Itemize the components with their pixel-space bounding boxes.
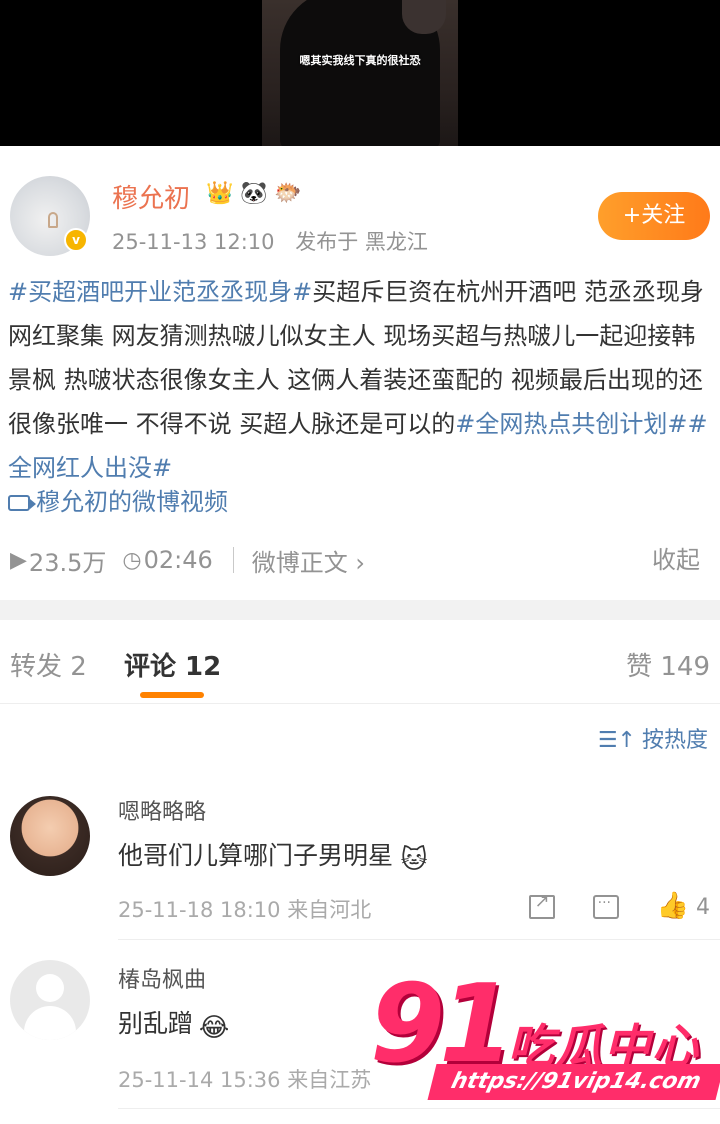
commenter-avatar[interactable] [10, 960, 90, 1040]
author-badges: 👑 🐼 🐡 [205, 180, 303, 208]
view-count: ▶ 23.5万 [10, 543, 106, 578]
full-text-link[interactable]: 微博正文 › [252, 543, 365, 578]
verified-badge-icon: v [64, 228, 88, 252]
video-caption: 嗯其实我线下真的很社恐 [299, 54, 421, 67]
sort-label: 按热度 [641, 728, 708, 753]
duration: ◷ 02:46 [122, 546, 212, 574]
play-icon: ▶ [10, 547, 27, 573]
active-tab-indicator [140, 692, 204, 698]
comment-text: 别乱蹭 😂 [118, 1004, 231, 1044]
commenter-avatar[interactable] [10, 796, 90, 876]
tab-repost[interactable]: 转发 2 [10, 646, 87, 683]
author-name[interactable]: 穆允初 [112, 178, 190, 215]
clock-icon: ◷ [122, 547, 142, 573]
comment-divider [118, 939, 720, 940]
laughing-emoji-icon: 😂 [198, 1013, 230, 1043]
comment-body: 他哥们儿算哪门子男明星 [118, 841, 394, 870]
comment-like-button[interactable]: 👍 4 [656, 891, 710, 921]
video-player[interactable]: 嗯其实我线下真的很社恐 [0, 0, 720, 146]
hashtag-link[interactable]: #买超酒吧开业范丞丞现身# [8, 278, 312, 306]
commenter-name[interactable]: 椿岛枫曲 [118, 962, 206, 994]
comment-like-count: 4 [696, 895, 710, 920]
comment-meta: 25-11-14 15:36 来自江苏 [118, 1068, 372, 1092]
video-camera-icon [8, 495, 36, 511]
hashtag-link[interactable]: #全网热点共创计划# [455, 410, 687, 438]
video-hand [402, 0, 446, 34]
crown-badge-icon[interactable]: 👑 [205, 180, 235, 208]
comment-body: 别乱蹭 [118, 1009, 194, 1038]
commenter-name[interactable]: 嗯略略略 [118, 794, 206, 826]
collapse-button[interactable]: 收起 [652, 540, 700, 580]
reply-icon[interactable] [592, 895, 619, 919]
video-source-label: 穆允初的微博视频 [36, 488, 228, 516]
video-source-link[interactable]: 穆允初的微博视频 [8, 480, 228, 524]
thumbs-up-icon: 👍 [656, 891, 689, 921]
video-frame: 嗯其实我线下真的很社恐 [262, 0, 458, 146]
cat-emoji-icon: 🐱 [400, 845, 428, 875]
tab-likes[interactable]: 赞 149 [626, 646, 710, 683]
avatar-figure [48, 212, 58, 228]
section-gap [0, 600, 720, 620]
post-stats: ▶ 23.5万 ◷ 02:46 微博正文 › 收起 [10, 540, 710, 580]
site-watermark: 91 吃瓜中心 https://91vip14.com [370, 970, 720, 1124]
post-time: 25-11-13 12:10 [112, 230, 275, 254]
comment-meta: 25-11-18 18:10 来自河北 [118, 898, 372, 922]
comment-actions: 👍 4 [528, 891, 710, 921]
sort-button[interactable]: ☰↑ 按热度 [598, 722, 708, 754]
duration-value: 02:46 [143, 546, 213, 574]
watermark-url: https://91vip14.com [427, 1064, 720, 1100]
comment-text: 他哥们儿算哪门子男明星 🐱 [118, 836, 431, 876]
post-text: #买超酒吧开业范丞丞现身#买超斥巨资在杭州开酒吧 范丞丞现身 网红聚集 网友猜测… [8, 270, 712, 490]
stats-divider [232, 547, 234, 573]
post-header: v 穆允初 👑 🐼 🐡 25-11-13 12:10 发布于 黑龙江 +关注 [0, 146, 720, 256]
sort-icon: ☰↑ [597, 728, 636, 753]
fish-badge-icon[interactable]: 🐡 [273, 180, 303, 208]
tab-comments[interactable]: 评论 12 [124, 646, 221, 683]
follow-button[interactable]: +关注 [598, 192, 710, 240]
weibo-post-page: 嗯其实我线下真的很社恐 v 穆允初 👑 🐼 🐡 25-11-13 12:10 发… [0, 0, 720, 1124]
interaction-tabs: 转发 2 评论 12 赞 149 [0, 620, 720, 704]
post-location: 发布于 黑龙江 [295, 230, 428, 254]
post-meta: 25-11-13 12:10 发布于 黑龙江 [112, 226, 428, 256]
share-icon[interactable] [528, 891, 555, 919]
view-count-value: 23.5万 [28, 548, 107, 577]
panda-badge-icon[interactable]: 🐼 [239, 180, 269, 208]
